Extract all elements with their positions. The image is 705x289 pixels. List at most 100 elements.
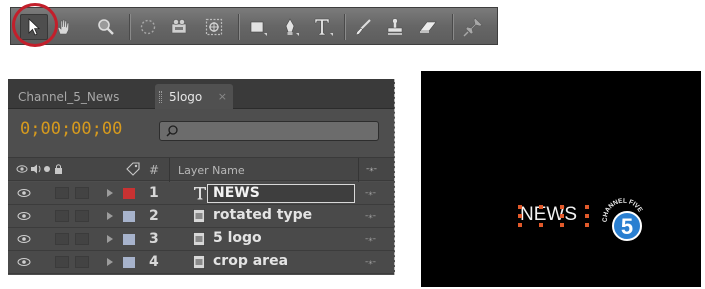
layer-row[interactable]: 3 5 logo -⁎- xyxy=(8,228,394,251)
eye-icon[interactable] xyxy=(17,211,31,221)
lock-switch[interactable] xyxy=(75,233,89,245)
tab-close-icon[interactable]: × xyxy=(218,90,227,103)
eye-icon[interactable] xyxy=(17,188,31,198)
shy-switch-icon[interactable]: -⁎- xyxy=(365,211,376,221)
expand-triangle-icon[interactable] xyxy=(107,212,113,220)
pen-icon xyxy=(285,18,299,36)
av-lock-switch-icons xyxy=(16,164,62,174)
type-tool-button[interactable] xyxy=(310,14,336,40)
rotation-tool-button[interactable] xyxy=(135,14,161,40)
transform-handle[interactable] xyxy=(518,214,522,218)
layer-name[interactable]: crop area xyxy=(213,253,288,269)
transform-handle[interactable] xyxy=(585,205,589,209)
layer-name[interactable]: rotated type xyxy=(213,207,312,223)
zoom-tool-button[interactable] xyxy=(93,14,119,40)
timeline-tab-bar: Channel_5_News 5logo × xyxy=(8,79,394,109)
switches-header-icon: -⁎- xyxy=(366,164,377,174)
selection-tool-button[interactable] xyxy=(20,14,48,40)
type-icon xyxy=(314,18,333,36)
clone-stamp-tool-button[interactable] xyxy=(382,14,408,40)
tab-label: 5logo xyxy=(169,90,203,104)
label-tag-icon xyxy=(126,162,140,176)
layer-search-input[interactable] xyxy=(159,121,379,141)
pushpin-icon xyxy=(463,17,483,37)
layer-number: 1 xyxy=(149,185,159,201)
label-color-swatch[interactable] xyxy=(123,234,135,245)
hand-icon xyxy=(57,19,70,35)
lock-switch[interactable] xyxy=(75,187,89,199)
current-time-display[interactable]: 0;00;00;00 xyxy=(20,119,122,139)
footage-layer-icon xyxy=(193,232,205,246)
pan-behind-icon xyxy=(205,18,223,36)
rectangle-icon xyxy=(250,21,267,36)
layer-number: 3 xyxy=(149,231,159,247)
composition-viewer[interactable]: NEWS CHANNEL FIVE 5 xyxy=(421,71,701,287)
shy-switch-icon[interactable]: -⁎- xyxy=(365,234,376,244)
pan-behind-tool-button[interactable] xyxy=(201,14,227,40)
hand-tool-button[interactable] xyxy=(51,14,77,40)
solo-switch[interactable] xyxy=(55,187,69,199)
tab-label: Channel_5_News xyxy=(18,90,120,104)
tools-panel xyxy=(10,7,498,45)
expand-triangle-icon[interactable] xyxy=(107,235,113,243)
layer-name-edit-field[interactable]: NEWS xyxy=(207,184,355,203)
transform-handle[interactable] xyxy=(539,223,543,227)
news-text-layer[interactable]: NEWS xyxy=(520,204,577,226)
layer-number: 2 xyxy=(149,208,159,224)
transform-handle[interactable] xyxy=(560,223,564,227)
label-color-swatch[interactable] xyxy=(123,211,135,222)
footage-layer-icon xyxy=(193,255,205,269)
transform-handle[interactable] xyxy=(518,223,522,227)
lock-switch[interactable] xyxy=(75,210,89,222)
search-icon xyxy=(166,125,178,137)
layer-name: NEWS xyxy=(213,185,260,201)
label-color-swatch[interactable] xyxy=(123,188,135,199)
logo-number: 5 xyxy=(621,214,633,239)
brush-tool-button[interactable] xyxy=(350,14,376,40)
lock-switch[interactable] xyxy=(75,256,89,268)
column-layer-name-header[interactable]: Layer Name xyxy=(178,164,245,177)
transform-handle[interactable] xyxy=(518,205,522,209)
eraser-icon xyxy=(419,21,437,33)
rotate-icon xyxy=(140,19,156,35)
footage-layer-icon xyxy=(193,209,205,223)
shy-switch-icon[interactable]: -⁎- xyxy=(365,257,376,267)
puppet-pin-tool-button[interactable] xyxy=(459,14,487,40)
brush-icon xyxy=(355,19,371,36)
layer-row[interactable]: 4 crop area -⁎- xyxy=(8,251,394,274)
timeline-panel: Channel_5_News 5logo × 0;00;00;00 # Laye… xyxy=(8,79,395,275)
arrow-cursor-icon xyxy=(28,18,40,36)
eye-icon[interactable] xyxy=(17,257,31,267)
eye-icon[interactable] xyxy=(17,234,31,244)
layer-number: 4 xyxy=(149,254,159,270)
expand-triangle-icon[interactable] xyxy=(107,258,113,266)
solo-switch[interactable] xyxy=(55,256,69,268)
layer-row[interactable]: 1 NEWS -⁎- xyxy=(8,182,394,205)
shy-switch-icon[interactable]: -⁎- xyxy=(365,188,376,198)
pen-tool-button[interactable] xyxy=(277,14,303,40)
eraser-tool-button[interactable] xyxy=(415,14,441,40)
layer-column-header: # Layer Name -⁎- xyxy=(8,157,394,182)
transform-handle[interactable] xyxy=(560,214,564,218)
magnifier-icon xyxy=(98,19,114,35)
camera-icon xyxy=(171,19,187,34)
transform-handle[interactable] xyxy=(560,205,564,209)
tab-channel-5-news[interactable]: Channel_5_News xyxy=(8,84,150,109)
transform-handle[interactable] xyxy=(585,214,589,218)
channel-five-logo: CHANNEL FIVE 5 xyxy=(602,198,644,241)
column-number-header: # xyxy=(149,163,160,177)
solo-switch[interactable] xyxy=(55,233,69,245)
camera-tool-button[interactable] xyxy=(167,14,193,40)
expand-triangle-icon[interactable] xyxy=(107,189,113,197)
layer-row[interactable]: 2 rotated type -⁎- xyxy=(8,205,394,228)
clone-stamp-icon xyxy=(387,18,403,35)
tab-5logo[interactable]: 5logo × xyxy=(155,84,233,109)
solo-switch[interactable] xyxy=(55,210,69,222)
transform-handle[interactable] xyxy=(539,205,543,209)
rectangle-tool-button[interactable] xyxy=(245,14,271,40)
label-color-swatch[interactable] xyxy=(123,257,135,268)
text-layer-icon xyxy=(194,187,206,200)
layer-name[interactable]: 5 logo xyxy=(213,230,262,246)
transform-handle[interactable] xyxy=(585,223,589,227)
tab-grip-icon xyxy=(159,91,162,103)
